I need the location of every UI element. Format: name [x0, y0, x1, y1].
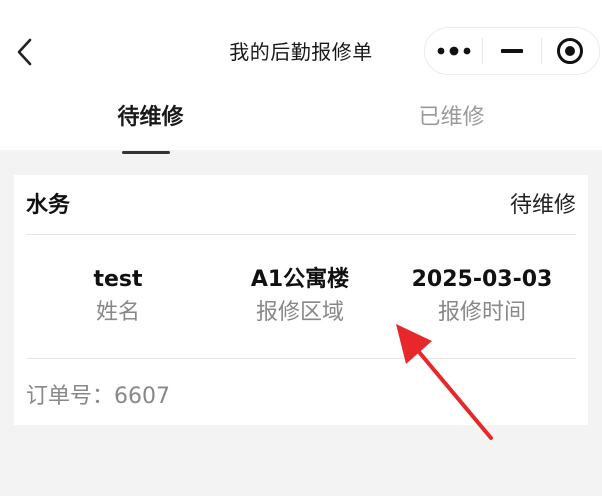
info-name: test 姓名 [28, 263, 208, 329]
card-divider [26, 358, 576, 359]
tab-completed-label: 已维修 [418, 105, 485, 130]
active-tab-indicator [122, 151, 170, 154]
card-divider [26, 234, 576, 235]
info-time: 2025-03-03 报修时间 [392, 263, 572, 329]
info-area-value: A1公寓楼 [250, 267, 350, 292]
target-circle-icon [557, 38, 584, 64]
order-number: 订单号：6607 [26, 384, 170, 409]
more-dots-icon [437, 46, 471, 56]
info-area: A1公寓楼 报修区域 [210, 263, 390, 329]
info-area-label: 报修区域 [255, 300, 344, 325]
info-name-label: 姓名 [95, 300, 140, 325]
page: 我的后勤报修单 待维修 已维修 水务 待维修 test 姓名 A1公寓楼 报修区… [0, 0, 602, 496]
info-time-value: 2025-03-03 [411, 267, 553, 292]
order-card[interactable]: 水务 待维修 test 姓名 A1公寓楼 报修区域 2025-03-03 报修时… [14, 175, 588, 425]
close-button[interactable] [542, 28, 599, 74]
minus-icon [500, 49, 523, 53]
tab-pending[interactable]: 待维修 [0, 100, 301, 150]
minimize-button[interactable] [483, 28, 540, 74]
tab-bar: 待维修 已维修 [0, 100, 602, 150]
order-type: 水务 [26, 193, 71, 218]
order-status: 待维修 [509, 193, 576, 218]
info-time-label: 报修时间 [437, 300, 526, 325]
tab-completed[interactable]: 已维修 [301, 100, 602, 150]
info-name-value: test [93, 267, 143, 292]
mini-program-capsule [424, 27, 600, 75]
more-button[interactable] [425, 28, 482, 74]
tab-pending-label: 待维修 [117, 105, 184, 130]
navbar: 我的后勤报修单 [0, 0, 602, 100]
